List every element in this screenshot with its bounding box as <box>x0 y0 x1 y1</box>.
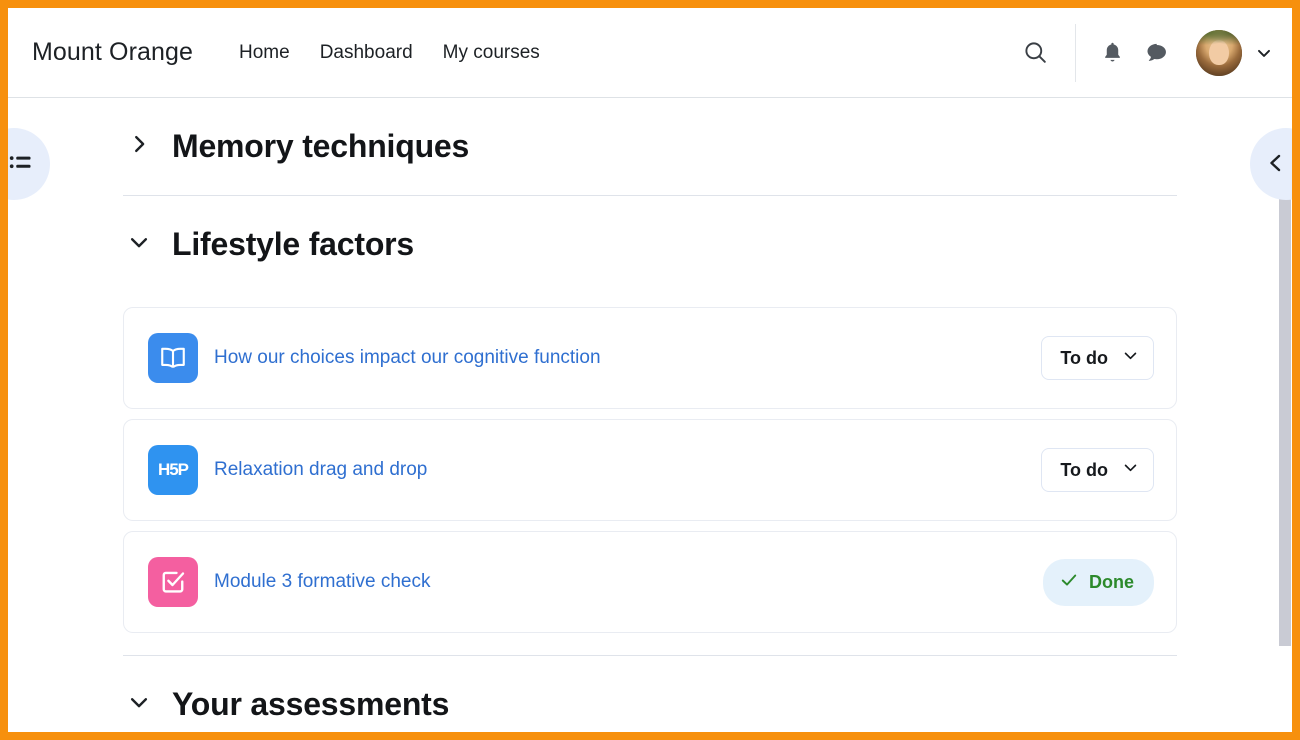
browser-frame: Mount Orange Home Dashboard My courses M… <box>0 0 1300 740</box>
h5p-icon-label: H5P <box>157 460 189 479</box>
chevron-down-icon[interactable] <box>128 691 150 718</box>
search-icon[interactable] <box>1013 31 1057 75</box>
chevron-down-icon <box>1122 347 1139 369</box>
completion-status-button[interactable]: To do <box>1041 336 1154 380</box>
site-navbar: Mount Orange Home Dashboard My courses <box>8 8 1292 98</box>
activity-link[interactable]: Relaxation drag and drop <box>214 458 427 483</box>
course-section: Your assessments <box>118 656 1182 732</box>
message-bubble-icon[interactable] <box>1134 31 1178 75</box>
section-title: Memory techniques <box>172 128 470 164</box>
section-header-your-assessments[interactable]: Your assessments <box>118 660 1182 732</box>
completion-status-label: Done <box>1089 571 1134 592</box>
chevron-down-icon <box>1122 459 1139 481</box>
course-section: Memory techniques <box>118 98 1182 196</box>
activity-item[interactable]: H5P Relaxation drag and drop To do <box>123 419 1177 521</box>
book-icon <box>148 333 198 383</box>
course-section: Lifestyle factors How our choices impact… <box>118 196 1182 656</box>
completion-status-label: To do <box>1060 459 1108 480</box>
activity-list: How our choices impact our cognitive fun… <box>118 293 1182 655</box>
completion-status-label: To do <box>1060 347 1108 368</box>
chevron-left-icon <box>1264 151 1288 178</box>
quiz-checkbox-icon <box>148 557 198 607</box>
completion-status-badge[interactable]: Done <box>1043 558 1154 606</box>
avatar-background-foliage <box>1196 29 1242 48</box>
primary-navigation: Home Dashboard My courses <box>239 42 540 64</box>
nav-item-home[interactable]: Home <box>239 42 290 64</box>
navbar-divider <box>1075 23 1076 82</box>
course-content-region: Memory techniques Lifestyle factors How … <box>8 98 1292 732</box>
activity-link[interactable]: How our choices impact our cognitive fun… <box>214 346 601 371</box>
section-title: Lifestyle factors <box>172 226 415 262</box>
h5p-icon: H5P <box>148 445 198 495</box>
site-brand[interactable]: Mount Orange <box>32 38 193 67</box>
page-scrollbar-thumb[interactable] <box>1279 156 1291 646</box>
check-icon <box>1059 570 1079 595</box>
bell-icon[interactable] <box>1090 31 1134 75</box>
completion-status-button[interactable]: To do <box>1041 448 1154 492</box>
nav-item-my-courses[interactable]: My courses <box>443 42 540 64</box>
section-title: Your assessments <box>172 686 450 722</box>
user-menu-chevron-down-icon[interactable] <box>1254 43 1274 63</box>
section-header-memory-techniques[interactable]: Memory techniques <box>118 102 1182 195</box>
activity-item[interactable]: Module 3 formative check Done <box>123 531 1177 633</box>
avatar[interactable] <box>1196 29 1242 76</box>
nav-item-dashboard[interactable]: Dashboard <box>320 42 413 64</box>
chevron-down-icon[interactable] <box>128 231 150 258</box>
activity-link[interactable]: Module 3 formative check <box>214 570 431 595</box>
chevron-right-icon[interactable] <box>128 133 150 160</box>
course-index-list-icon <box>8 150 34 179</box>
activity-item[interactable]: How our choices impact our cognitive fun… <box>123 307 1177 409</box>
page-viewport: Mount Orange Home Dashboard My courses M… <box>8 8 1292 732</box>
navbar-right-tools <box>1013 8 1274 97</box>
section-header-lifestyle-factors[interactable]: Lifestyle factors <box>118 200 1182 293</box>
page-scrollbar-track[interactable] <box>1278 156 1292 732</box>
